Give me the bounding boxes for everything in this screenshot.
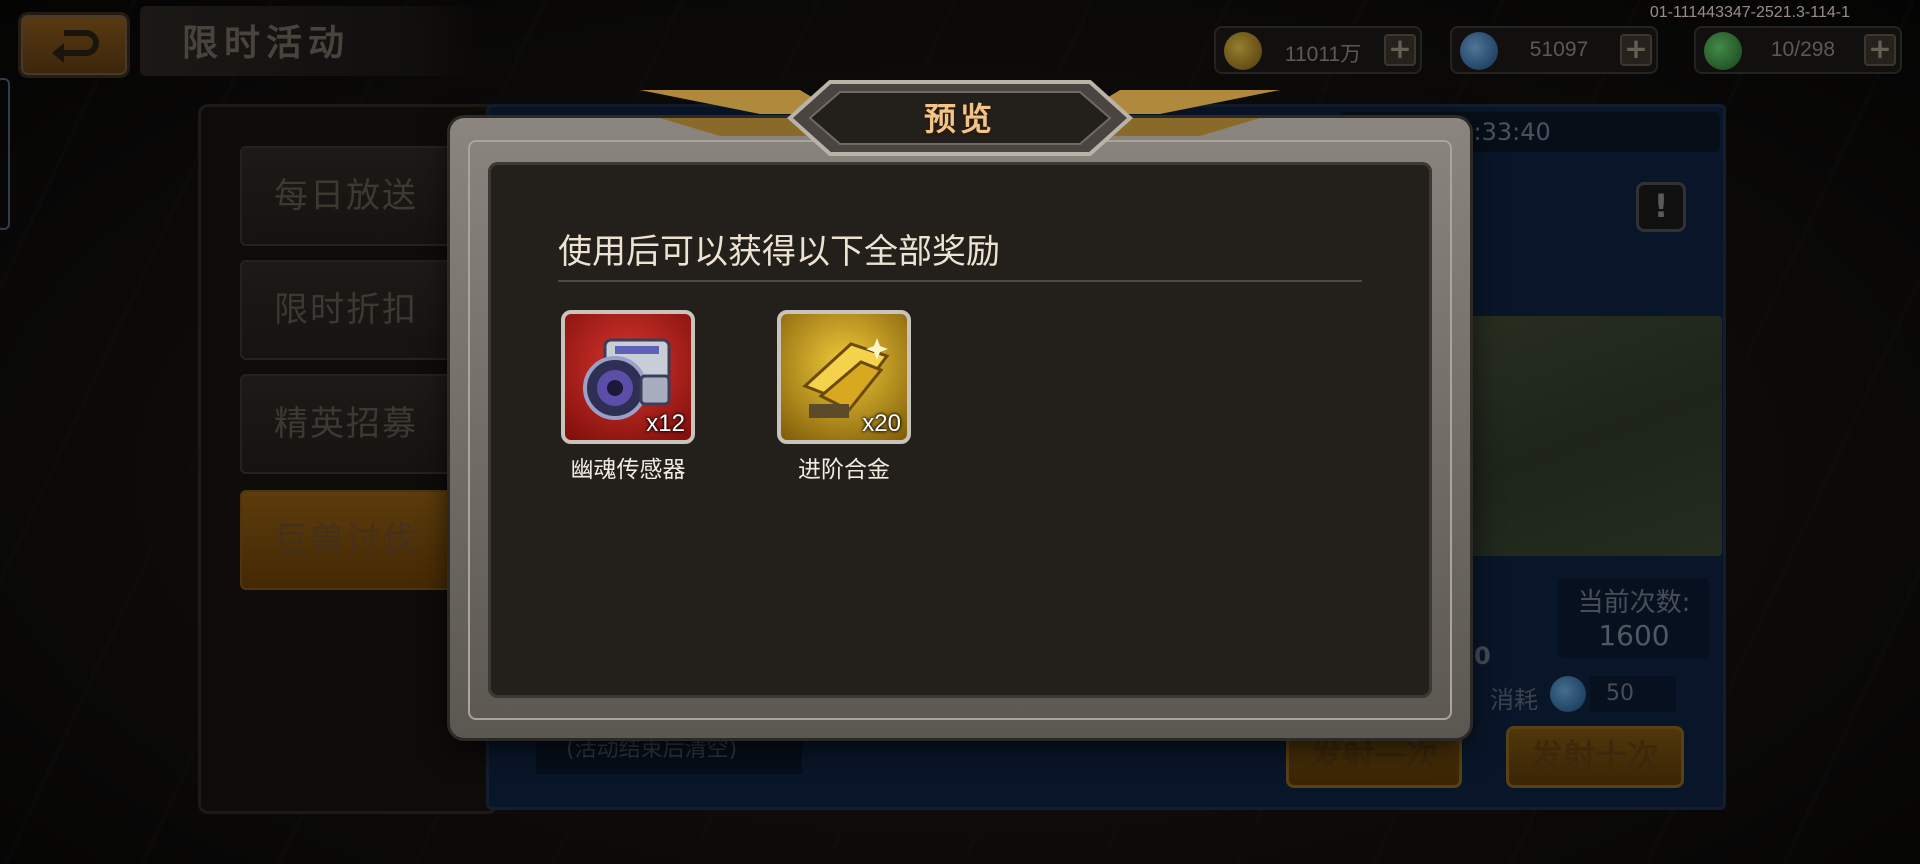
reward-icon-frame: x12 bbox=[561, 310, 695, 444]
preview-modal: 使用后可以获得以下全部奖励 x12 幽魂传感器 x20 进阶合金 预览 bbox=[450, 80, 1470, 738]
reward-name: 幽魂传感器 bbox=[570, 457, 686, 483]
reward-quantity: x20 bbox=[862, 410, 901, 437]
modal-title: 预览 bbox=[923, 100, 996, 138]
reward-icon-frame: x20 bbox=[777, 310, 911, 444]
reward-item[interactable]: x20 进阶合金 bbox=[774, 310, 914, 484]
modal-description: 使用后可以获得以下全部奖励 bbox=[558, 232, 1000, 272]
divider bbox=[558, 280, 1362, 282]
reward-quantity: x12 bbox=[646, 410, 685, 437]
modal-body: 使用后可以获得以下全部奖励 x12 幽魂传感器 x20 进阶合金 bbox=[488, 162, 1432, 698]
reward-name: 进阶合金 bbox=[798, 457, 890, 483]
reward-item[interactable]: x12 幽魂传感器 bbox=[558, 310, 698, 484]
modal-header: 预览 bbox=[640, 78, 1280, 158]
